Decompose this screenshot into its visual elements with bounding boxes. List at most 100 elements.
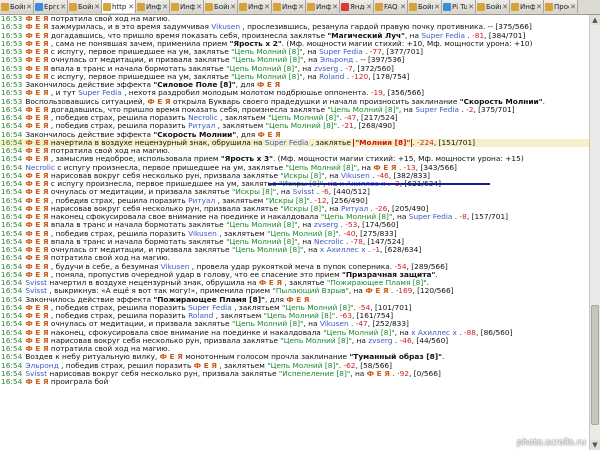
player-name[interactable]: Ф Е Я (25, 89, 48, 97)
player-name[interactable]: Ф Е Я (25, 122, 48, 130)
scroll-down-arrow-icon[interactable]: ▼ (590, 440, 600, 450)
opponent-name[interactable]: zvserg (314, 65, 338, 73)
opponent-name[interactable]: Super Fedia (319, 48, 363, 56)
player-name[interactable]: Ф Е Я (25, 106, 48, 114)
browser-tab[interactable]: Бойц✕ (476, 0, 510, 13)
close-tab-icon[interactable]: ✕ (60, 3, 67, 11)
opponent-name[interactable]: х Ахиллес х (320, 246, 366, 254)
browser-tab[interactable]: Ерго✕ (34, 0, 68, 13)
player-name[interactable]: Ф Е Я (160, 353, 183, 361)
player-name[interactable]: Ф Е Я (25, 48, 48, 56)
browser-tab[interactable]: Pi Tu ✕ (442, 0, 476, 13)
player-name[interactable]: Ф Е Я (25, 205, 48, 213)
close-tab-icon[interactable]: ✕ (434, 3, 441, 11)
browser-tab[interactable]: Инфо✕ (510, 0, 544, 13)
close-tab-icon[interactable]: ✕ (468, 3, 475, 11)
opponent-name[interactable]: Vikusen (320, 320, 349, 328)
player-name[interactable]: Ф Е Я (25, 73, 48, 81)
player-name[interactable]: Ф Е Я (25, 304, 48, 312)
opponent-name[interactable]: Roland (188, 312, 213, 320)
close-tab-icon[interactable]: ✕ (162, 3, 169, 11)
browser-tab[interactable]: FAQ по Т✕ (374, 0, 408, 13)
opponent-name[interactable]: Vikusen (211, 23, 240, 31)
browser-tab[interactable]: Инфо✕ (136, 0, 170, 13)
player-name[interactable]: Ф Е Я (25, 378, 48, 386)
browser-tab[interactable]: Бойц✕ (204, 0, 238, 13)
close-tab-icon[interactable]: ✕ (502, 3, 509, 11)
opponent-name[interactable]: Эльронд (320, 56, 353, 64)
player-name[interactable]: Ф Е Я (25, 345, 48, 353)
player-name[interactable]: Ф Е Я (25, 263, 48, 271)
close-tab-icon[interactable]: ✕ (332, 3, 339, 11)
opponent-name[interactable]: Super Fedia (188, 304, 232, 312)
player-name[interactable]: Ф Е Я (25, 32, 48, 40)
opponent-name[interactable]: Super Fedia (421, 32, 465, 40)
player-name[interactable]: Ф Е Я (25, 114, 48, 122)
browser-tab[interactable]: Бойц✕ (0, 0, 34, 13)
player-name[interactable]: Ф Е Я (25, 155, 48, 163)
close-tab-icon[interactable]: ✕ (536, 3, 543, 11)
player-name[interactable]: Ф Е Я (25, 188, 48, 196)
player-name[interactable]: Ф Е Я (25, 147, 48, 155)
player-name[interactable]: Ф Е Я (258, 131, 281, 139)
opponent-name[interactable]: Svisst (25, 287, 47, 295)
player-name[interactable]: Ф Е Я (25, 271, 48, 279)
player-name[interactable]: Ф Е Я (25, 329, 48, 337)
player-name[interactable]: Ф Е Я (25, 320, 48, 328)
browser-tab[interactable]: Прос✕ (544, 0, 578, 13)
opponent-name[interactable]: Super Fedia (265, 139, 309, 147)
opponent-name[interactable]: Vikusen (341, 172, 370, 180)
close-tab-icon[interactable]: ✕ (128, 3, 135, 11)
player-name[interactable]: Ф Е Я (25, 56, 48, 64)
browser-tab[interactable]: Инфо✕ (272, 0, 306, 13)
close-tab-icon[interactable]: ✕ (400, 3, 407, 11)
player-name[interactable]: Ф Е Я (257, 81, 280, 89)
browser-tab[interactable]: Инфо✕ (306, 0, 340, 13)
close-tab-icon[interactable]: ✕ (366, 3, 373, 11)
player-name[interactable]: Ф Е Я (25, 254, 48, 262)
close-tab-icon[interactable]: ✕ (298, 3, 305, 11)
player-name[interactable]: Ф Е Я (25, 15, 48, 23)
player-name[interactable]: Ф Е Я (25, 337, 48, 345)
opponent-name[interactable]: Эльронд (25, 362, 58, 370)
close-tab-icon[interactable]: ✕ (94, 3, 101, 11)
player-name[interactable]: Ф Е Я (25, 139, 48, 147)
player-name[interactable]: Ф Е Я (373, 164, 396, 172)
player-name[interactable]: Ф Е Я (25, 23, 48, 31)
opponent-name[interactable]: Roland (319, 73, 344, 81)
vertical-scrollbar[interactable]: ▲ ▼ (589, 15, 600, 450)
player-name[interactable]: Ф Е Я (25, 197, 48, 205)
opponent-name[interactable]: zvserg (314, 221, 338, 229)
player-name[interactable]: Ф Е Я (25, 180, 48, 188)
player-name[interactable]: Ф Е Я (259, 279, 282, 287)
browser-tab[interactable]: Инфо✕ (238, 0, 272, 13)
opponent-name[interactable]: Super Fedia (78, 89, 122, 97)
browser-tab[interactable]: Инфо✕ (170, 0, 204, 13)
opponent-name[interactable]: zvserg (368, 337, 392, 345)
opponent-name[interactable]: Necrolic (314, 238, 344, 246)
player-name[interactable]: Ф Е Я (365, 287, 388, 295)
opponent-name[interactable]: Ритуал (188, 197, 215, 205)
player-name[interactable]: Ф Е Я (25, 65, 48, 73)
player-name[interactable]: Ф Е Я (25, 221, 48, 229)
opponent-name[interactable]: Super Fedia (415, 106, 459, 114)
close-tab-icon[interactable]: ✕ (230, 3, 237, 11)
player-name[interactable]: Ф Е Я (25, 238, 48, 246)
opponent-name[interactable]: Vikusen (161, 263, 190, 271)
scrollbar-thumb[interactable] (591, 305, 599, 425)
close-tab-icon[interactable]: ✕ (570, 3, 577, 11)
opponent-name[interactable]: х Ахиллес х (411, 329, 457, 337)
player-name[interactable]: Ф Е Я (25, 312, 48, 320)
close-tab-icon[interactable]: ✕ (264, 3, 271, 11)
player-name[interactable]: Ф Е Я (147, 98, 170, 106)
close-tab-icon[interactable]: ✕ (26, 3, 33, 11)
opponent-name[interactable]: Svisst (293, 188, 315, 196)
player-name[interactable]: Ф Е Я (25, 172, 48, 180)
player-name[interactable]: Ф Е Я (25, 246, 48, 254)
scroll-up-arrow-icon[interactable]: ▲ (590, 15, 600, 25)
opponent-name[interactable]: Necrolic (188, 114, 218, 122)
opponent-name[interactable]: Svisst (25, 370, 47, 378)
player-name[interactable]: Ф Е Я (367, 370, 390, 378)
opponent-name[interactable]: Necrolic (25, 164, 55, 172)
browser-tab[interactable]: Бойц✕ (68, 0, 102, 13)
